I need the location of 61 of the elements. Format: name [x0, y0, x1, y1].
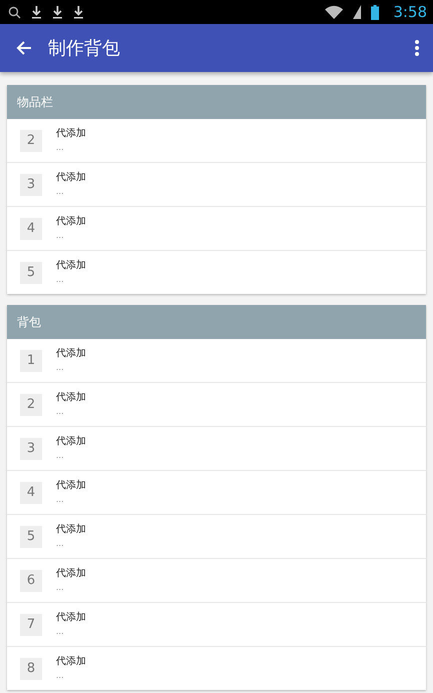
- more-icon[interactable]: [415, 40, 419, 56]
- section-header: 物品栏: [7, 85, 426, 119]
- section-header: 背包: [7, 305, 426, 339]
- item-detail: ...: [56, 626, 65, 636]
- item-detail: ...: [56, 406, 65, 416]
- item-name: 代添加: [56, 346, 86, 360]
- item-number: 8: [20, 658, 42, 680]
- list-item[interactable]: 6 代添加 ...: [7, 559, 426, 603]
- item-name: 代添加: [56, 566, 86, 580]
- list-item[interactable]: 4 代添加 ...: [7, 471, 426, 515]
- list-item[interactable]: 3 代添加 ...: [7, 163, 426, 207]
- item-detail: ...: [56, 582, 65, 592]
- battery-icon: [371, 4, 380, 20]
- item-detail: ...: [56, 362, 65, 372]
- list-item[interactable]: 3 代添加 ...: [7, 427, 426, 471]
- item-detail: ...: [56, 274, 65, 284]
- item-number: 7: [20, 614, 42, 636]
- app-bar-title: 制作背包: [48, 37, 121, 60]
- item-name: 代添加: [56, 258, 86, 272]
- item-number: 5: [20, 526, 42, 548]
- search-icon: [8, 6, 21, 18]
- download-icon: [31, 5, 42, 19]
- item-detail: ...: [56, 494, 65, 504]
- item-number: 6: [20, 570, 42, 592]
- item-detail: ...: [56, 142, 65, 152]
- item-detail: ...: [56, 538, 65, 548]
- item-detail: ...: [56, 186, 65, 196]
- list-item[interactable]: 8 代添加 ...: [7, 647, 426, 690]
- item-number: 2: [20, 394, 42, 416]
- back-icon[interactable]: [16, 40, 32, 56]
- download-icon: [73, 5, 84, 19]
- item-name: 代添加: [56, 126, 86, 140]
- item-number: 3: [20, 438, 42, 460]
- item-name: 代添加: [56, 654, 86, 668]
- item-name: 代添加: [56, 478, 86, 492]
- item-name: 代添加: [56, 434, 86, 448]
- item-number: 4: [20, 482, 42, 504]
- item-detail: ...: [56, 450, 65, 460]
- list-item[interactable]: 4 代添加 ...: [7, 207, 426, 251]
- download-icon: [52, 5, 63, 19]
- list-item[interactable]: 5 代添加 ...: [7, 515, 426, 559]
- status-time: 3:58: [393, 3, 427, 21]
- item-detail: ...: [56, 670, 65, 680]
- item-detail: ...: [56, 230, 65, 240]
- item-number: 4: [20, 218, 42, 240]
- wifi-icon: [325, 5, 344, 19]
- item-name: 代添加: [56, 390, 86, 404]
- item-name: 代添加: [56, 610, 86, 624]
- list-item[interactable]: 5 代添加 ...: [7, 251, 426, 294]
- item-number: 2: [20, 130, 42, 152]
- item-name: 代添加: [56, 170, 86, 184]
- list-item[interactable]: 2 代添加 ...: [7, 383, 426, 427]
- item-number: 5: [20, 262, 42, 284]
- list-item[interactable]: 2 代添加 ...: [7, 119, 426, 163]
- list-item[interactable]: 1 代添加 ...: [7, 339, 426, 383]
- item-number: 3: [20, 174, 42, 196]
- item-name: 代添加: [56, 522, 86, 536]
- signal-icon: [353, 5, 362, 19]
- item-number: 1: [20, 350, 42, 372]
- list-item[interactable]: 7 代添加 ...: [7, 603, 426, 647]
- item-name: 代添加: [56, 214, 86, 228]
